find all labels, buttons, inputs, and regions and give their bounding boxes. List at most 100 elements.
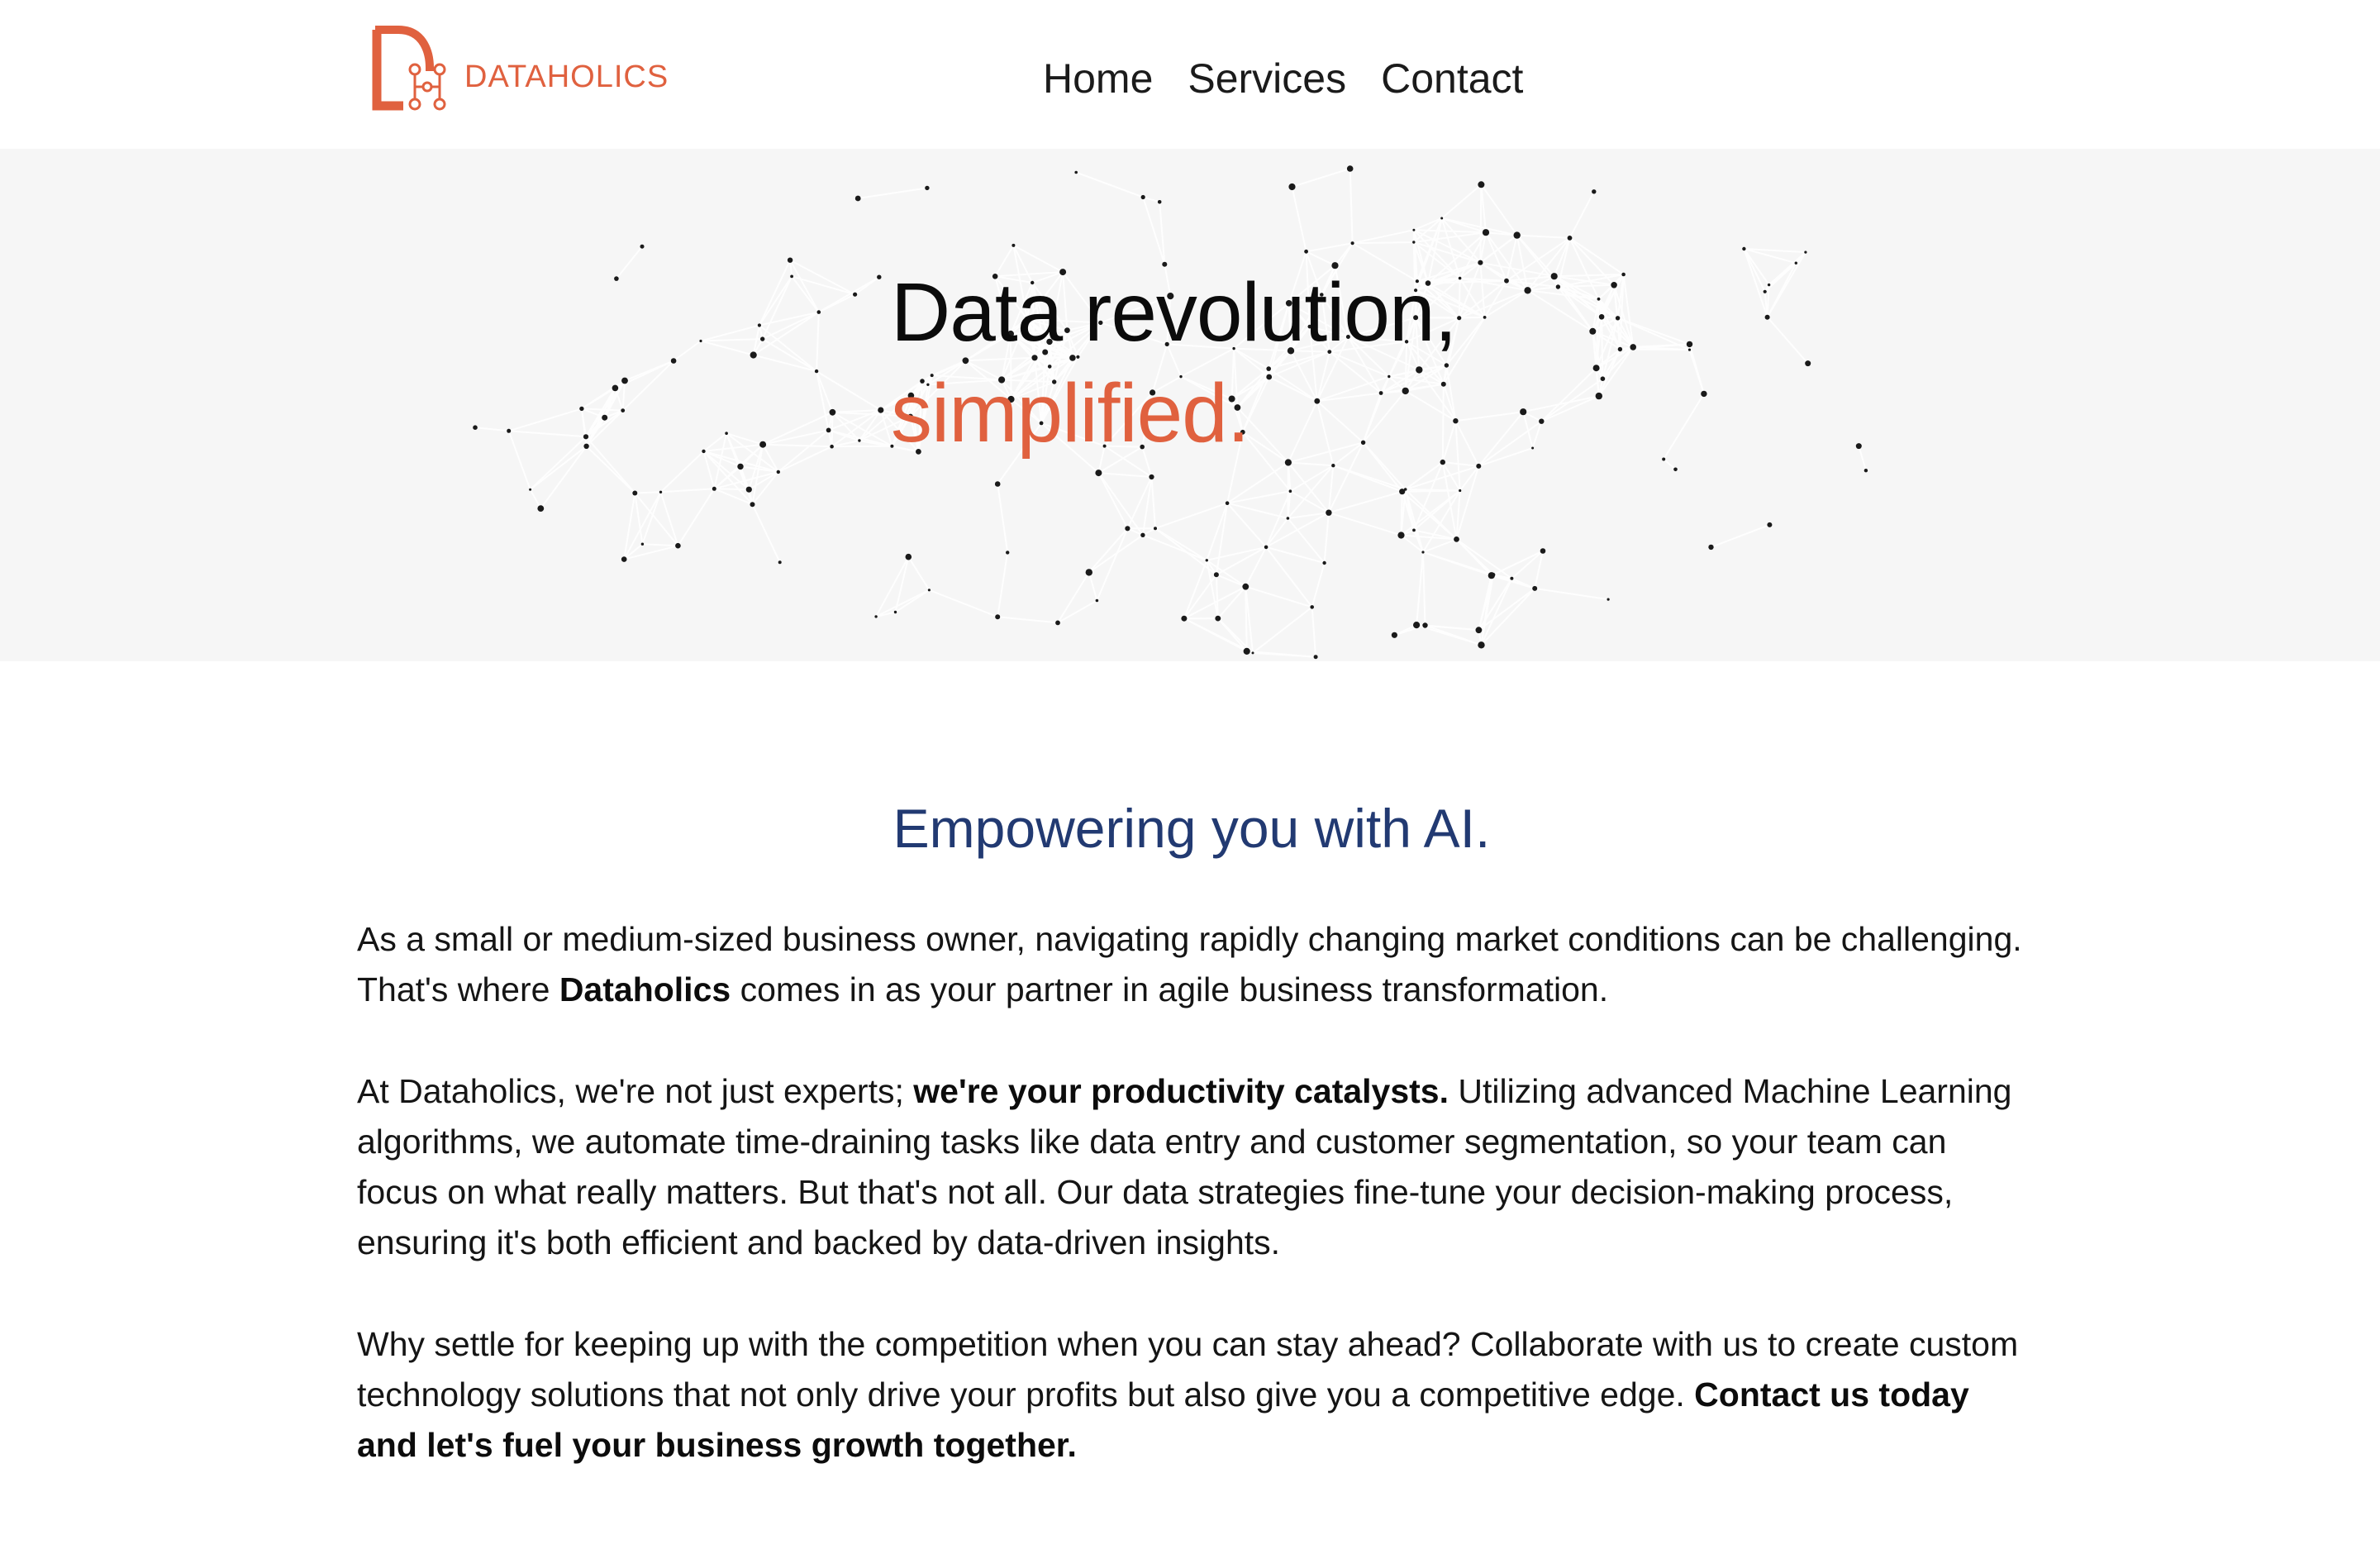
network-dot [1304,249,1308,254]
network-dot [640,244,645,249]
network-dot [1181,615,1188,622]
network-dot [1687,348,1692,351]
network-dot [1708,544,1714,551]
network-dot [1600,376,1606,382]
nav-contact-link[interactable]: Contact [1381,51,1523,106]
network-dot [1399,489,1406,495]
network-dot [1532,585,1538,591]
network-dot [995,614,1001,620]
network-dot [670,358,677,364]
network-dot [1520,408,1527,416]
hero-title: Data revolution, simplified. [891,262,1457,464]
network-dot [1095,470,1102,477]
network-dot [1459,489,1462,493]
network-dot [1701,390,1707,398]
network-dot [1095,598,1099,603]
network-dot [1805,360,1811,367]
network-dot [1483,316,1487,319]
network-dot [1592,365,1600,372]
cta-paragraph: Why settle for keeping up with the compe… [357,1319,2026,1471]
network-dot [1804,250,1807,254]
network-dot [1611,282,1617,288]
network-dot [829,408,836,416]
network-dot [1421,551,1425,554]
network-dot [826,427,831,433]
network-dot [473,425,478,430]
network-dot [787,257,793,263]
network-dot [925,185,930,191]
network-dot [1504,278,1509,284]
network-dot [1767,522,1773,527]
network-dot [612,384,619,392]
network-dot [778,560,782,565]
network-dot [874,615,878,618]
network-dot [1350,241,1354,246]
network-dot [1310,605,1314,609]
network-dot [1157,200,1162,204]
network-dot [1213,572,1219,578]
logo[interactable]: DATAHOLICS [370,25,669,111]
network-dot [1621,272,1626,277]
network-dot [621,556,627,562]
network-dot [621,408,626,412]
network-dot [1413,622,1421,629]
main-nav: Home Services Contact [1043,51,1523,106]
network-dot [1251,651,1254,655]
network-dot [853,292,858,297]
network-dot [1855,443,1862,450]
nav-home-link[interactable]: Home [1043,51,1153,106]
network-dot [1412,228,1416,231]
network-dot [579,406,584,412]
network-dot [1555,284,1561,289]
main-content: Empowering you with AI. As a small or me… [357,794,2026,1522]
network-dot [583,443,589,449]
network-dot [905,553,912,560]
network-dot [583,434,589,440]
network-dot [1149,474,1154,480]
hero-banner: Data revolution, simplified. [0,149,2380,661]
network-dot [529,488,532,491]
nav-services-link[interactable]: Services [1188,51,1346,106]
network-dot [750,502,755,508]
network-dot [994,481,1001,487]
network-dot [1011,243,1016,247]
network-dot [1286,517,1290,520]
network-dot [854,195,861,202]
network-dot [1524,287,1531,294]
network-dot [1763,289,1767,293]
page: DATAHOLICS Home Services Contact Data re… [0,0,2380,1559]
network-dot [1322,560,1326,565]
network-dot [725,431,728,435]
network-dot [1215,615,1221,622]
catalyst-paragraph: At Dataholics, we're not just experts; w… [357,1066,2026,1268]
network-dot [1313,655,1318,660]
network-dot [1794,261,1797,265]
network-dot [830,444,834,449]
network-dot [1242,583,1250,590]
network-dot [1478,260,1483,265]
network-dot [1264,545,1269,550]
logo-text: DATAHOLICS [464,59,669,94]
network-dot [1154,527,1157,531]
network-dot [814,369,819,374]
network-dot [1615,316,1621,321]
network-dot [1454,536,1459,542]
network-dot [1539,418,1545,424]
network-dot [1085,569,1093,576]
network-dot [759,441,767,448]
network-dot [1055,620,1060,626]
network-dot [1540,548,1546,554]
network-dot [1531,446,1535,450]
network-dot [776,470,780,474]
network-dot [1125,526,1130,532]
network-dot [1412,241,1416,244]
network-dot [1597,297,1601,301]
network-dot [878,407,884,413]
network-dot [1598,314,1605,320]
network-dot [1326,509,1332,516]
network-dot [675,542,681,549]
network-dot [1440,217,1444,220]
network-dot [632,490,638,496]
network-dot [1478,181,1485,188]
network-dot [1074,170,1078,174]
